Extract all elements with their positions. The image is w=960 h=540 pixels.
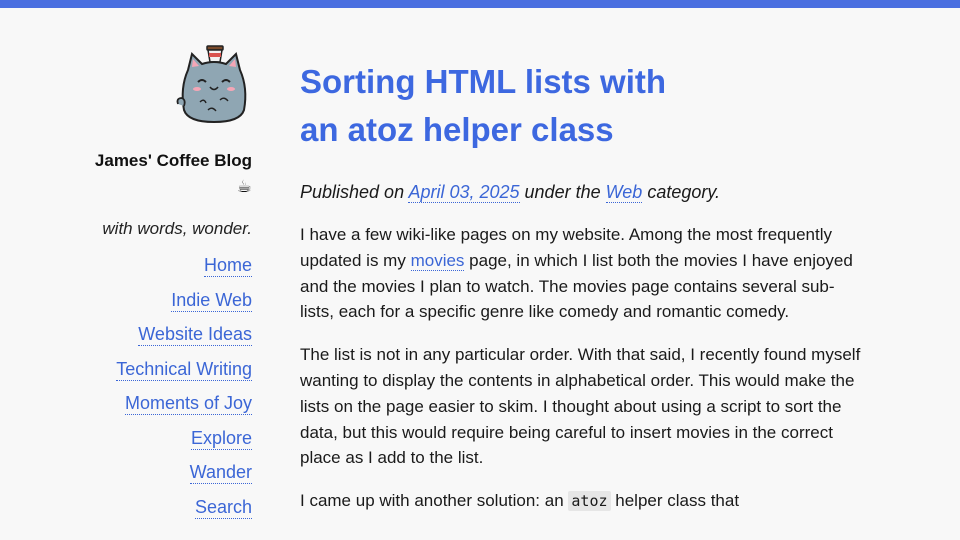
article-main: Sorting HTML lists with an atoz helper c… [300, 58, 865, 515]
nav-link-website-ideas[interactable]: Website Ideas [138, 323, 252, 346]
movies-link[interactable]: movies [410, 250, 465, 271]
nav-link-wander[interactable]: Wander [189, 461, 252, 484]
nav-link-home[interactable]: Home [203, 254, 252, 277]
site-title[interactable]: James' Coffee Blog ☕ [90, 148, 252, 200]
paragraph-text: I came up with another solution: an [300, 491, 564, 511]
nav-link-indie-web[interactable]: Indie Web [171, 289, 252, 312]
nav-link-explore[interactable]: Explore [190, 427, 252, 450]
meta-prefix: Published on [300, 182, 405, 202]
paragraph-text: helper class that [615, 491, 740, 511]
nav-link-technical-writing[interactable]: Technical Writing [116, 358, 252, 381]
article-title: Sorting HTML lists with an atoz helper c… [300, 63, 667, 148]
top-accent-bar [0, 0, 960, 8]
publish-date-link[interactable]: April 03, 2025 [408, 182, 520, 203]
site-tagline: with words, wonder. [102, 219, 252, 238]
meta-middle: under the [524, 182, 601, 202]
article-meta: Published on April 03, 2025 under the We… [300, 180, 865, 204]
paragraph: I came up with another solution: an atoz… [300, 488, 865, 515]
main-navigation: Home Indie Web Website Ideas Technical W… [90, 254, 252, 530]
paragraph: I have a few wiki-like pages on my websi… [300, 222, 865, 325]
sidebar: James' Coffee Blog ☕ with words, wonder.… [90, 40, 252, 530]
cat-with-coffee-cup-icon[interactable] [174, 40, 252, 124]
category-link[interactable]: Web [605, 182, 643, 203]
paragraph: The list is not in any particular order.… [300, 345, 861, 468]
nav-link-search[interactable]: Search [194, 496, 252, 519]
article-body: I have a few wiki-like pages on my websi… [300, 222, 865, 515]
meta-suffix: category. [647, 182, 721, 202]
nav-link-moments-of-joy[interactable]: Moments of Joy [124, 392, 252, 415]
inline-code: atoz [568, 491, 611, 512]
